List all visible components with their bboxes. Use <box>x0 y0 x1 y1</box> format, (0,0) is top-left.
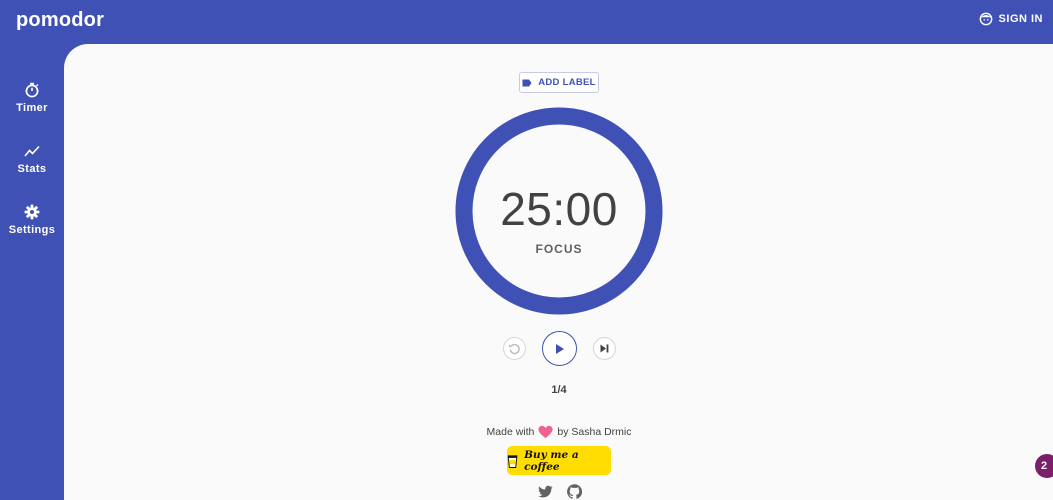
sidebar-item-label: Settings <box>8 224 56 236</box>
github-icon[interactable] <box>567 483 582 499</box>
heart-icon <box>538 425 553 439</box>
timer-mode-label: FOCUS <box>535 242 583 256</box>
timer-display: 25:00 <box>500 183 618 235</box>
sidebar-item-label: Timer <box>16 102 48 114</box>
buy-me-a-coffee-button[interactable]: Buy me a coffee <box>507 446 611 475</box>
restart-icon <box>508 343 520 355</box>
credit-line: Made with by Sasha Drmic <box>459 425 659 439</box>
sign-in-label: SIGN IN <box>998 13 1043 25</box>
coffee-label: Buy me a coffee <box>524 448 579 473</box>
stopwatch-icon <box>25 82 39 98</box>
sidebar-item-timer[interactable]: Timer <box>0 73 64 123</box>
add-label-text: ADD LABEL <box>538 77 596 88</box>
sidebar-item-stats[interactable]: Stats <box>0 134 64 184</box>
play-icon <box>556 343 564 354</box>
gear-icon <box>24 204 40 220</box>
play-button[interactable] <box>542 331 577 366</box>
notification-badge[interactable]: 2 <box>1035 454 1053 478</box>
sign-in-button[interactable]: SIGN IN <box>979 12 1043 26</box>
twitter-icon[interactable] <box>538 484 553 499</box>
trend-line-icon <box>24 145 40 157</box>
sidebar-item-label: Stats <box>17 163 47 175</box>
skip-button[interactable] <box>593 337 616 360</box>
face-icon <box>979 12 992 26</box>
skip-next-icon <box>600 344 609 353</box>
social-links <box>538 483 582 499</box>
app-header: pomodor SIGN IN <box>0 0 1053 44</box>
timer-dial: 25:00 FOCUS <box>454 106 664 316</box>
app-logo[interactable]: pomodor <box>16 9 104 32</box>
credit-prefix: Made with <box>486 426 535 438</box>
add-label-button[interactable]: ADD LABEL <box>519 72 599 93</box>
label-tag-icon <box>522 79 532 86</box>
round-counter: 1/4 <box>551 384 567 396</box>
main-content: ADD LABEL 25:00 FOCUS 1/4 Made with by S… <box>64 44 1053 500</box>
coffee-cup-icon <box>507 454 518 468</box>
sidebar-item-settings[interactable]: Settings <box>0 195 64 245</box>
reset-button[interactable] <box>503 337 526 360</box>
sidebar: Timer Stats Settings <box>0 44 64 500</box>
credit-suffix: by Sasha Drmic <box>557 426 632 438</box>
